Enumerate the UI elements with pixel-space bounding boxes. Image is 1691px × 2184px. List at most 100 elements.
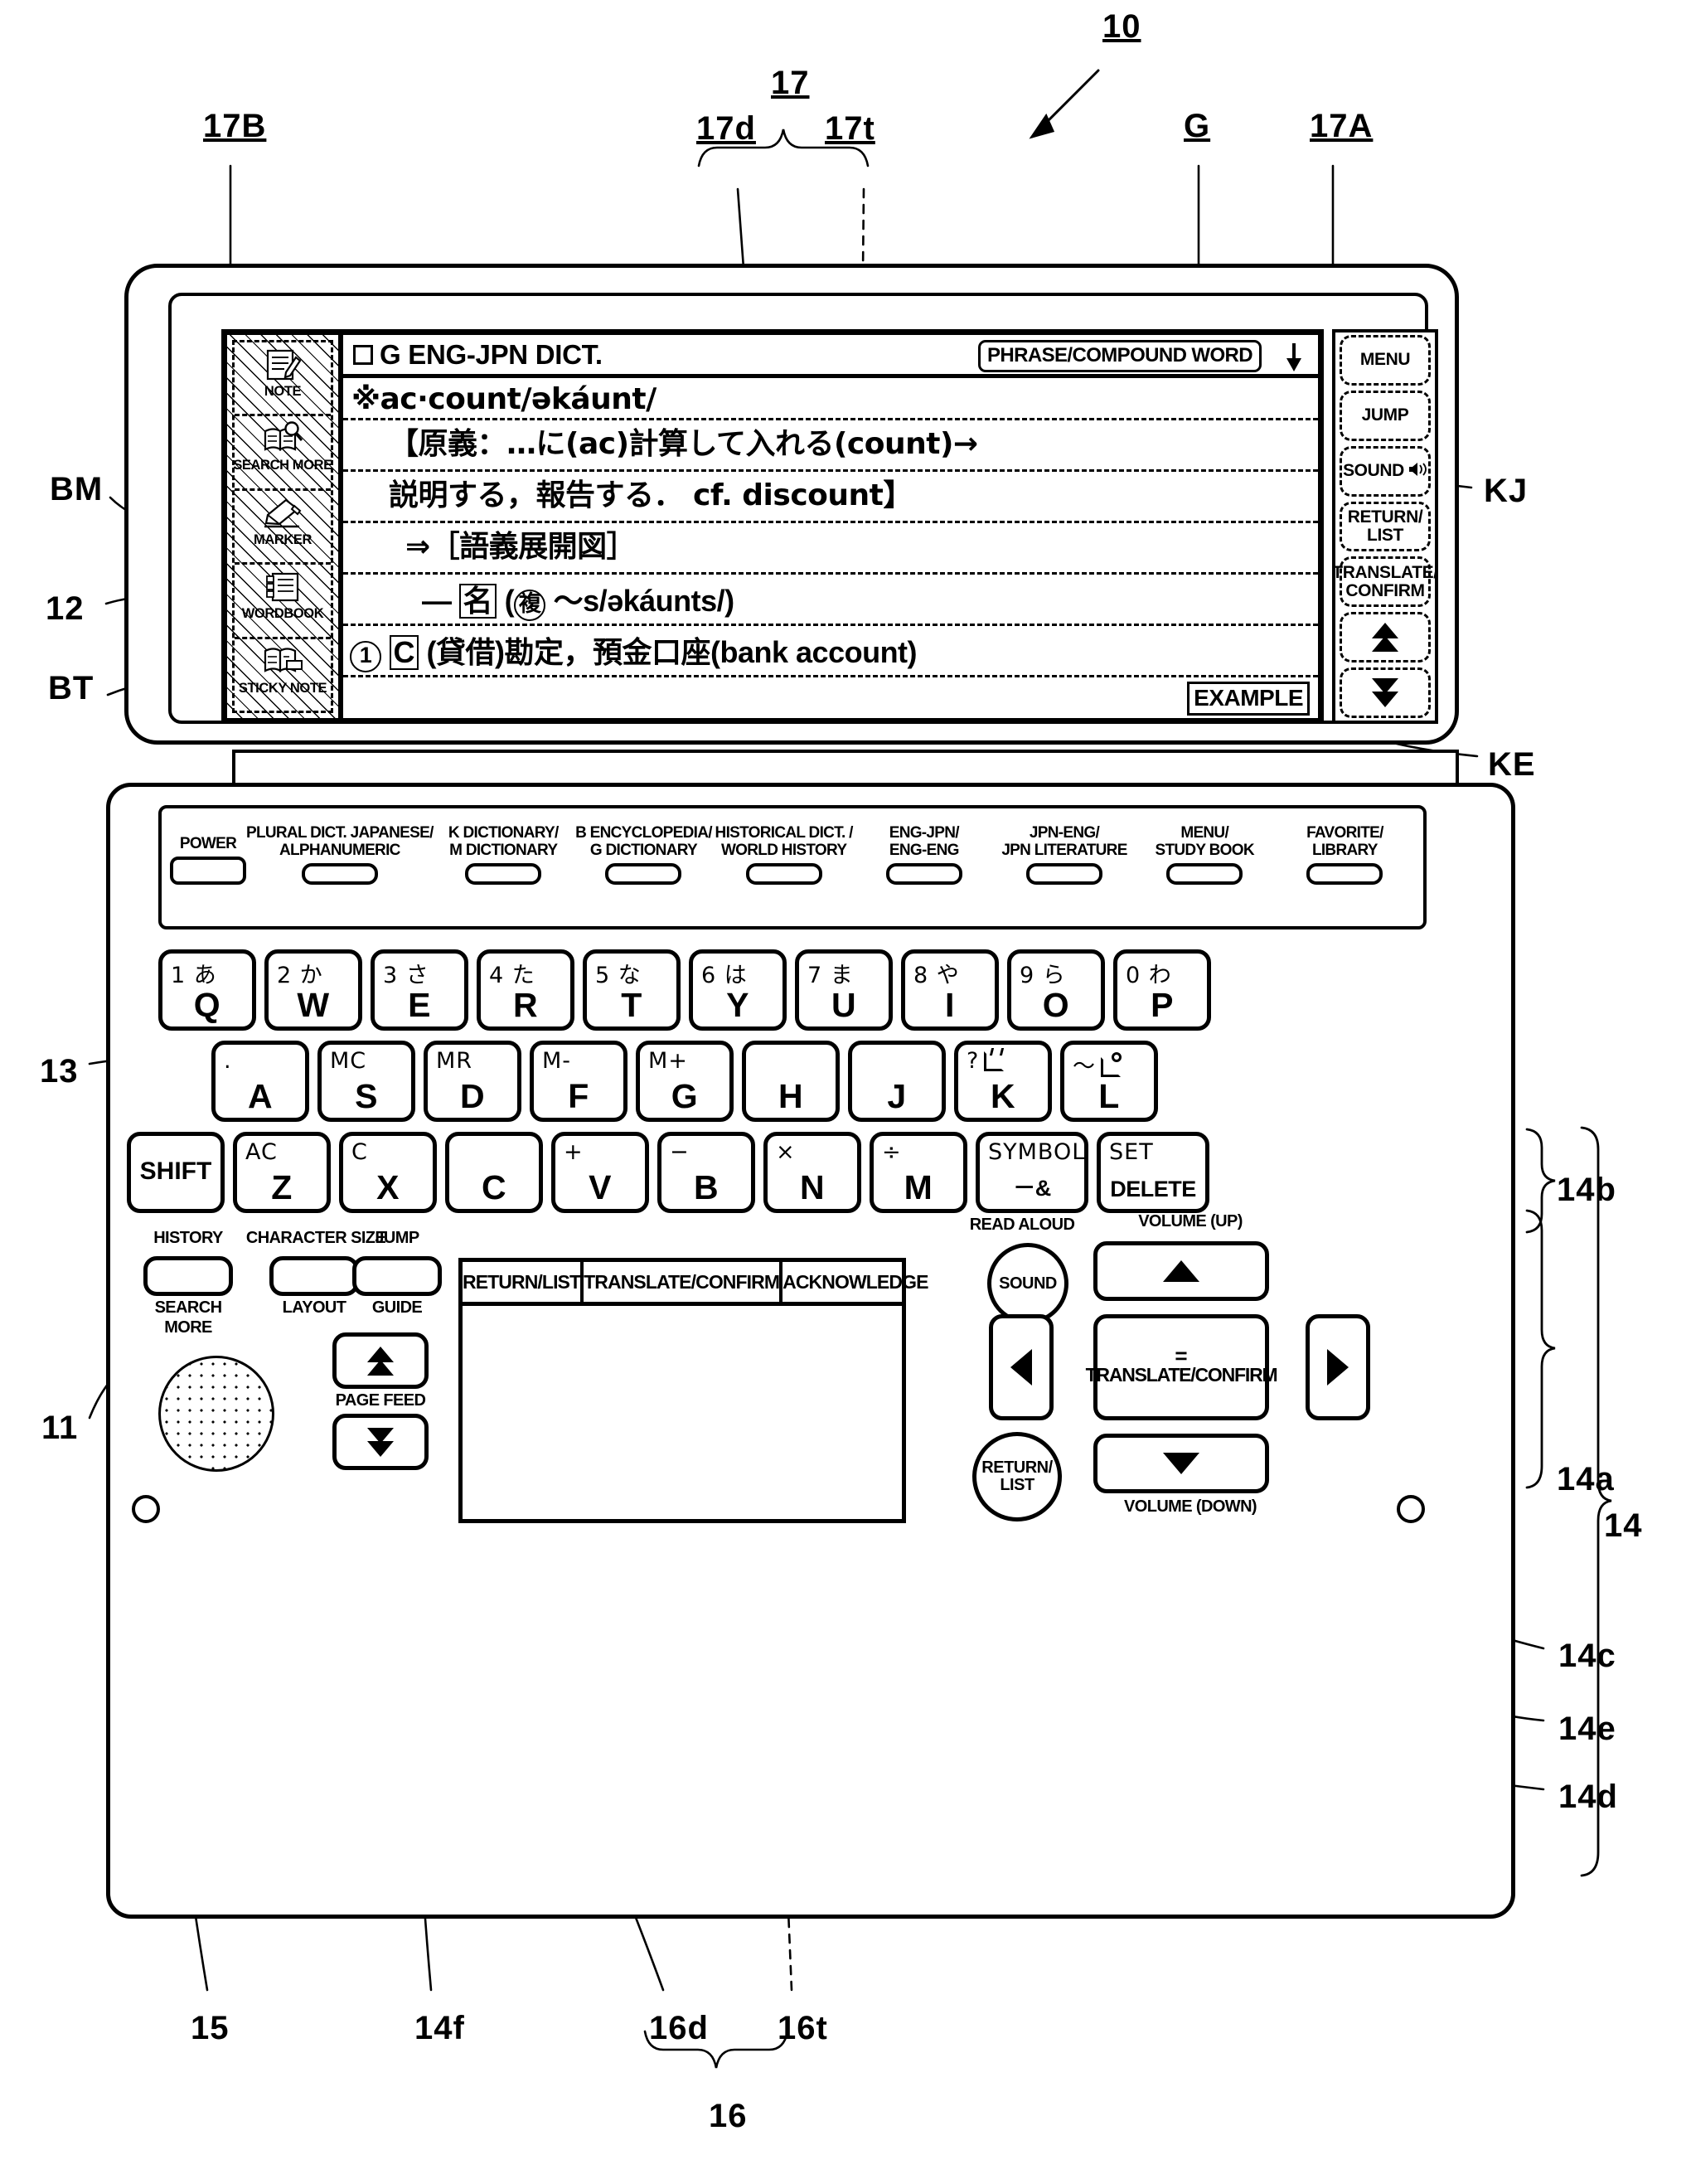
kbd3-key-c[interactable]: C [445,1132,543,1213]
kbd2-key-s[interactable]: MC S [317,1041,415,1122]
function-key-5[interactable]: JPN-ENG/JPN LITERATURE [994,824,1134,886]
translate-confirm-button[interactable]: = TRANSLATE/CONFIRM [1086,1314,1278,1420]
character-size-layout-button[interactable] [269,1256,359,1296]
side-key-page-up[interactable] [1340,612,1431,663]
kbd1-key-i[interactable]: 8 やI [901,949,999,1031]
kbd2-key-l[interactable]: ～ L [1060,1041,1158,1122]
translate-equals-label: = [1175,1343,1188,1369]
side-key-translate-label-1: TRANSLATE/ [1332,562,1438,582]
kbd2-key-a[interactable]: .A [211,1041,309,1122]
kbd3-key-n[interactable]: × N [763,1132,861,1213]
power-button[interactable] [170,857,246,886]
kbd1-key-r[interactable]: 4 たR [477,949,574,1031]
icon-button-sticky-note[interactable]: STICKY NOTE [235,639,331,711]
side-key-translate-confirm[interactable]: TRANSLATE/ CONFIRM [1332,556,1438,608]
ref-label-15: 15 [191,2010,230,2046]
kbd1-key-p[interactable]: 0 わP [1113,949,1211,1031]
kbd1-key-t[interactable]: 5 なT [583,949,681,1031]
function-key-button-5[interactable] [1026,863,1102,886]
page-feed-up-button[interactable] [332,1332,429,1389]
double-down-arrow-icon [1372,678,1398,708]
kbd3-key-delete[interactable]: SET DELETE [1097,1132,1209,1213]
volume-down-arrow-icon [1163,1453,1199,1474]
return-list-button[interactable]: RETURN/ LIST [972,1432,1062,1522]
right-arrow-button[interactable] [1306,1314,1370,1420]
volume-up-arrow-icon [1163,1260,1199,1282]
kbd3-key-z[interactable]: AC Z [233,1132,331,1213]
icon-button-search-more[interactable]: SEARCH MORE [233,416,332,491]
function-key-1[interactable]: K DICTIONARY/M DICTIONARY [434,824,574,886]
key-sublabel: 7 ま [807,963,854,988]
sense-1-text: (貸借)勘定，預金口座(bank account) [426,635,918,669]
function-key-power[interactable]: POWER [170,835,246,886]
icon-button-wordbook[interactable]: WORDBOOK [235,565,331,639]
function-key-label-6: MENU/STUDY BOOK [1155,824,1255,859]
key-label: Q [193,986,221,1024]
icon-button-marker[interactable]: MARKER [235,491,331,565]
kbd2-key-h[interactable]: H [742,1041,840,1122]
key-label: DELETE [1110,1177,1196,1201]
kbd1-key-o[interactable]: 9 らO [1007,949,1105,1031]
function-key-7[interactable]: FAVORITE/LIBRARY [1275,824,1415,886]
touch-panel[interactable]: RETURN/LIST TRANSLATE/CONFIRM ACKNOWLEDGE [458,1258,928,1523]
example-button-1[interactable]: EXAMPLE [1187,682,1310,716]
kbd2-key-d[interactable]: MR D [424,1041,521,1122]
icon-label-marker: MARKER [253,531,312,547]
kbd2-key-j[interactable]: J [848,1041,946,1122]
function-key-button-7[interactable] [1306,863,1383,886]
key-sublabel: . [224,1048,232,1074]
kbd2-key-g[interactable]: M+ G [636,1041,734,1122]
volume-up-button[interactable] [1093,1241,1269,1301]
part-of-speech-line: — 名 (複 ～s/əkáunts/) [422,584,734,621]
kbd3-key-v[interactable]: + V [551,1132,649,1213]
touch-panel-tab-0[interactable]: RETURN/LIST [463,1262,584,1302]
ref-label-16t: 16t [778,2010,828,2046]
function-key-button-0[interactable] [301,863,378,886]
sound-button[interactable]: SOUND [987,1243,1068,1324]
function-key-button-1[interactable] [465,863,542,886]
kbd1-key-w[interactable]: 2 かW [264,949,362,1031]
icon-button-note[interactable]: NOTE [235,342,331,417]
function-key-3[interactable]: HISTORICAL DICT. / WORLD HISTORY [714,824,854,886]
side-key-page-down[interactable] [1340,667,1431,719]
phrase-compound-word-tag[interactable]: PHRASE/COMPOUND WORD [977,340,1262,372]
kbd2-key-f[interactable]: M- F [530,1041,627,1122]
kbd1-key-y[interactable]: 6 はY [689,949,787,1031]
kbd2-key-k[interactable]: ? K [954,1041,1052,1122]
function-key-label-5: JPN-ENG/JPN LITERATURE [1001,824,1127,859]
function-key-button-4[interactable] [885,863,962,886]
side-key-jump[interactable]: JUMP [1340,390,1431,441]
jump-guide-button[interactable] [352,1256,442,1296]
left-arrow-button[interactable] [989,1314,1054,1420]
kbd3-key-m[interactable]: ÷ M [870,1132,967,1213]
kbd3-key-x[interactable]: CX [339,1132,437,1213]
volume-down-button[interactable] [1093,1434,1269,1493]
touch-panel-tab-1[interactable]: TRANSLATE/CONFIRM [584,1262,783,1302]
kbd1-key-e[interactable]: 3 さE [371,949,468,1031]
kbd1-key-q[interactable]: 1 あQ [158,949,256,1031]
touch-panel-tab-2[interactable]: ACKNOWLEDGE [783,1262,928,1302]
dictionary-title: G ENG-JPN DICT. [380,338,603,370]
kbd3-key-b[interactable]: − B [657,1132,755,1213]
note-pencil-icon [264,346,301,384]
left-arrow-icon [1010,1349,1032,1386]
function-key-4[interactable]: ENG-JPN/ENG-ENG [854,824,994,886]
function-key-2[interactable]: B ENCYCLOPEDIA/G DICTIONARY [574,824,714,886]
kbd3-key-[interactable]: SYMBOL －& [976,1132,1088,1213]
function-key-button-2[interactable] [605,863,682,886]
function-key-0[interactable]: PLURAL DICT. JAPANESE/ALPHANUMERIC [246,824,434,886]
function-key-button-3[interactable] [745,863,822,886]
function-key-button-6[interactable] [1166,863,1243,886]
kbd3-key-shift[interactable]: SHIFT [127,1132,225,1213]
kbd1-key-u[interactable]: 7 まU [795,949,893,1031]
page-feed-down-button[interactable] [332,1414,429,1470]
side-key-sound-label: SOUND [1343,461,1404,481]
ref-label-14c: 14c [1558,1638,1616,1674]
history-search-more-button[interactable] [143,1256,233,1296]
side-key-menu[interactable]: MENU [1340,335,1431,386]
side-key-sound[interactable]: SOUND [1340,445,1431,497]
ref-label-bm: BM [50,471,104,507]
sense-diagram-link[interactable]: ⇒［語義展開図］ [405,532,637,562]
side-key-return-list[interactable]: RETURN/ LIST [1340,501,1431,552]
function-key-6[interactable]: MENU/STUDY BOOK [1135,824,1275,886]
